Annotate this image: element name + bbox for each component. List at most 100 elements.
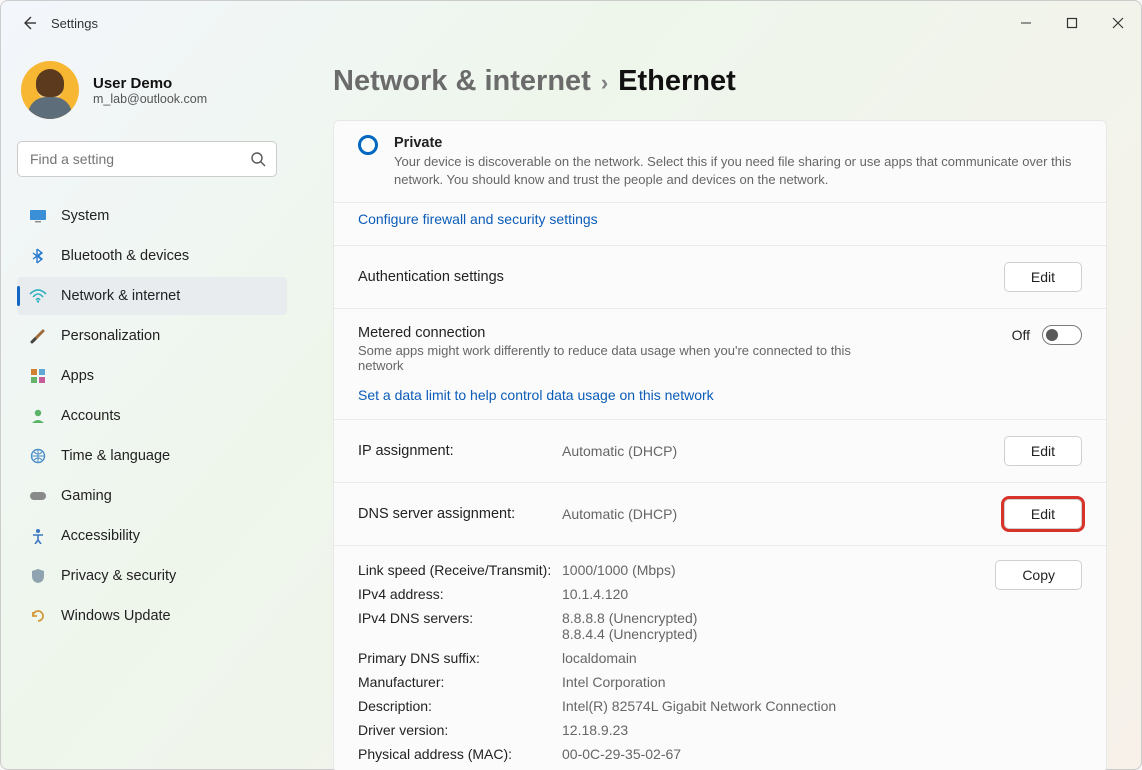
row-label: IP assignment: xyxy=(358,443,562,459)
detail-row: Driver version:12.18.9.23 xyxy=(358,718,1082,742)
dns-edit-button[interactable]: Edit xyxy=(1004,499,1082,529)
detail-value: Intel(R) 82574L Gigabit Network Connecti… xyxy=(562,698,836,714)
row-value: Automatic (DHCP) xyxy=(562,443,1004,459)
sidebar-item-network[interactable]: Network & internet xyxy=(17,277,287,315)
sidebar-item-accounts[interactable]: Accounts xyxy=(17,397,287,435)
auth-edit-button[interactable]: Edit xyxy=(1004,262,1082,292)
accessibility-icon xyxy=(29,527,47,545)
detail-key: IPv4 DNS servers: xyxy=(358,610,562,642)
sidebar-item-label: Apps xyxy=(61,368,94,384)
row-desc: Some apps might work differently to redu… xyxy=(358,343,878,373)
apps-icon xyxy=(29,367,47,385)
detail-value: 1000/1000 (Mbps) xyxy=(562,562,676,578)
user-email: m_lab@outlook.com xyxy=(93,92,207,106)
breadcrumb: Network & internet › Ethernet xyxy=(333,65,1107,98)
chevron-right-icon: › xyxy=(601,70,608,96)
detail-row: Physical address (MAC):00-0C-29-35-02-67 xyxy=(358,742,1082,766)
sidebar-item-label: Accounts xyxy=(61,408,121,424)
user-header[interactable]: User Demo m_lab@outlook.com xyxy=(17,61,287,119)
window-controls xyxy=(1003,6,1141,40)
window-close[interactable] xyxy=(1095,6,1141,40)
settings-card: Private Your device is discoverable on t… xyxy=(333,120,1107,770)
copy-button[interactable]: Copy xyxy=(995,560,1082,590)
sidebar-item-privacy[interactable]: Privacy & security xyxy=(17,557,287,595)
detail-value: 00-0C-29-35-02-67 xyxy=(562,746,681,762)
sidebar-item-label: Windows Update xyxy=(61,608,171,624)
avatar xyxy=(21,61,79,119)
row-value: Automatic (DHCP) xyxy=(562,506,1004,522)
detail-key: Primary DNS suffix: xyxy=(358,650,562,666)
detail-key: IPv4 address: xyxy=(358,586,562,602)
detail-row: Primary DNS suffix:localdomain xyxy=(358,646,1082,670)
gamepad-icon xyxy=(29,487,47,505)
sidebar-item-label: System xyxy=(61,208,109,224)
metered-toggle[interactable] xyxy=(1042,325,1082,345)
bluetooth-icon xyxy=(29,247,47,265)
detail-key: Link speed (Receive/Transmit): xyxy=(358,562,562,578)
ip-edit-button[interactable]: Edit xyxy=(1004,436,1082,466)
sidebar-item-update[interactable]: Windows Update xyxy=(17,597,287,635)
sidebar-item-label: Bluetooth & devices xyxy=(61,248,189,264)
radio-selected-icon[interactable] xyxy=(358,135,378,155)
app-title: Settings xyxy=(51,16,98,31)
detail-value: localdomain xyxy=(562,650,637,666)
update-icon xyxy=(29,607,47,625)
system-icon xyxy=(29,207,47,225)
globe-icon xyxy=(29,447,47,465)
titlebar: Settings xyxy=(1,1,1141,45)
dns-assignment-row: DNS server assignment: Automatic (DHCP) … xyxy=(334,482,1106,545)
detail-key: Description: xyxy=(358,698,562,714)
nav: System Bluetooth & devices Network & int… xyxy=(17,197,287,635)
detail-row: IPv4 address:10.1.4.120 xyxy=(358,582,1082,606)
sidebar-item-accessibility[interactable]: Accessibility xyxy=(17,517,287,555)
main-content: Network & internet › Ethernet Private Yo… xyxy=(299,45,1141,770)
detail-key: Driver version: xyxy=(358,722,562,738)
sidebar: User Demo m_lab@outlook.com System Bluet… xyxy=(1,45,299,770)
detail-value: 10.1.4.120 xyxy=(562,586,628,602)
sidebar-item-bluetooth[interactable]: Bluetooth & devices xyxy=(17,237,287,275)
section-title: Private xyxy=(394,135,1082,151)
section-desc: Your device is discoverable on the netwo… xyxy=(394,153,1074,188)
window-minimize[interactable] xyxy=(1003,6,1049,40)
breadcrumb-current: Ethernet xyxy=(618,65,736,98)
data-limit-link[interactable]: Set a data limit to help control data us… xyxy=(358,387,714,403)
breadcrumb-parent[interactable]: Network & internet xyxy=(333,65,591,98)
detail-value: 12.18.9.23 xyxy=(562,722,628,738)
detail-row: Link speed (Receive/Transmit):1000/1000 … xyxy=(358,558,1082,582)
detail-key: Physical address (MAC): xyxy=(358,746,562,762)
detail-value: 8.8.8.8 (Unencrypted)8.8.4.4 (Unencrypte… xyxy=(562,610,697,642)
auth-row: Authentication settings Edit xyxy=(334,245,1106,308)
detail-row: Description:Intel(R) 82574L Gigabit Netw… xyxy=(358,694,1082,718)
sidebar-item-system[interactable]: System xyxy=(17,197,287,235)
detail-key: Manufacturer: xyxy=(358,674,562,690)
configure-firewall-link[interactable]: Configure firewall and security settings xyxy=(358,211,598,227)
sidebar-item-apps[interactable]: Apps xyxy=(17,357,287,395)
sidebar-item-label: Privacy & security xyxy=(61,568,176,584)
back-button[interactable] xyxy=(13,7,45,39)
sidebar-item-gaming[interactable]: Gaming xyxy=(17,477,287,515)
toggle-state-label: Off xyxy=(1012,327,1030,343)
network-profile-private[interactable]: Private Your device is discoverable on t… xyxy=(334,121,1106,202)
detail-row: Manufacturer:Intel Corporation xyxy=(358,670,1082,694)
row-label: Authentication settings xyxy=(358,269,1004,285)
sidebar-item-label: Accessibility xyxy=(61,528,140,544)
sidebar-item-time[interactable]: Time & language xyxy=(17,437,287,475)
row-label: Metered connection xyxy=(358,325,1012,341)
detail-row: IPv4 DNS servers:8.8.8.8 (Unencrypted)8.… xyxy=(358,606,1082,646)
person-icon xyxy=(29,407,47,425)
window-maximize[interactable] xyxy=(1049,6,1095,40)
network-details: Copy Link speed (Receive/Transmit):1000/… xyxy=(334,545,1106,770)
row-label: DNS server assignment: xyxy=(358,506,562,522)
sidebar-item-personalization[interactable]: Personalization xyxy=(17,317,287,355)
ip-assignment-row: IP assignment: Automatic (DHCP) Edit xyxy=(334,419,1106,482)
sidebar-item-label: Time & language xyxy=(61,448,170,464)
user-name: User Demo xyxy=(93,75,207,92)
search-input[interactable] xyxy=(30,151,240,167)
firewall-link-row: Configure firewall and security settings xyxy=(334,202,1106,245)
sidebar-item-label: Gaming xyxy=(61,488,112,504)
detail-value: Intel Corporation xyxy=(562,674,666,690)
search-box[interactable] xyxy=(17,141,277,177)
metered-row: Metered connection Some apps might work … xyxy=(334,308,1106,419)
search-icon xyxy=(250,151,266,167)
wifi-icon xyxy=(29,287,47,305)
